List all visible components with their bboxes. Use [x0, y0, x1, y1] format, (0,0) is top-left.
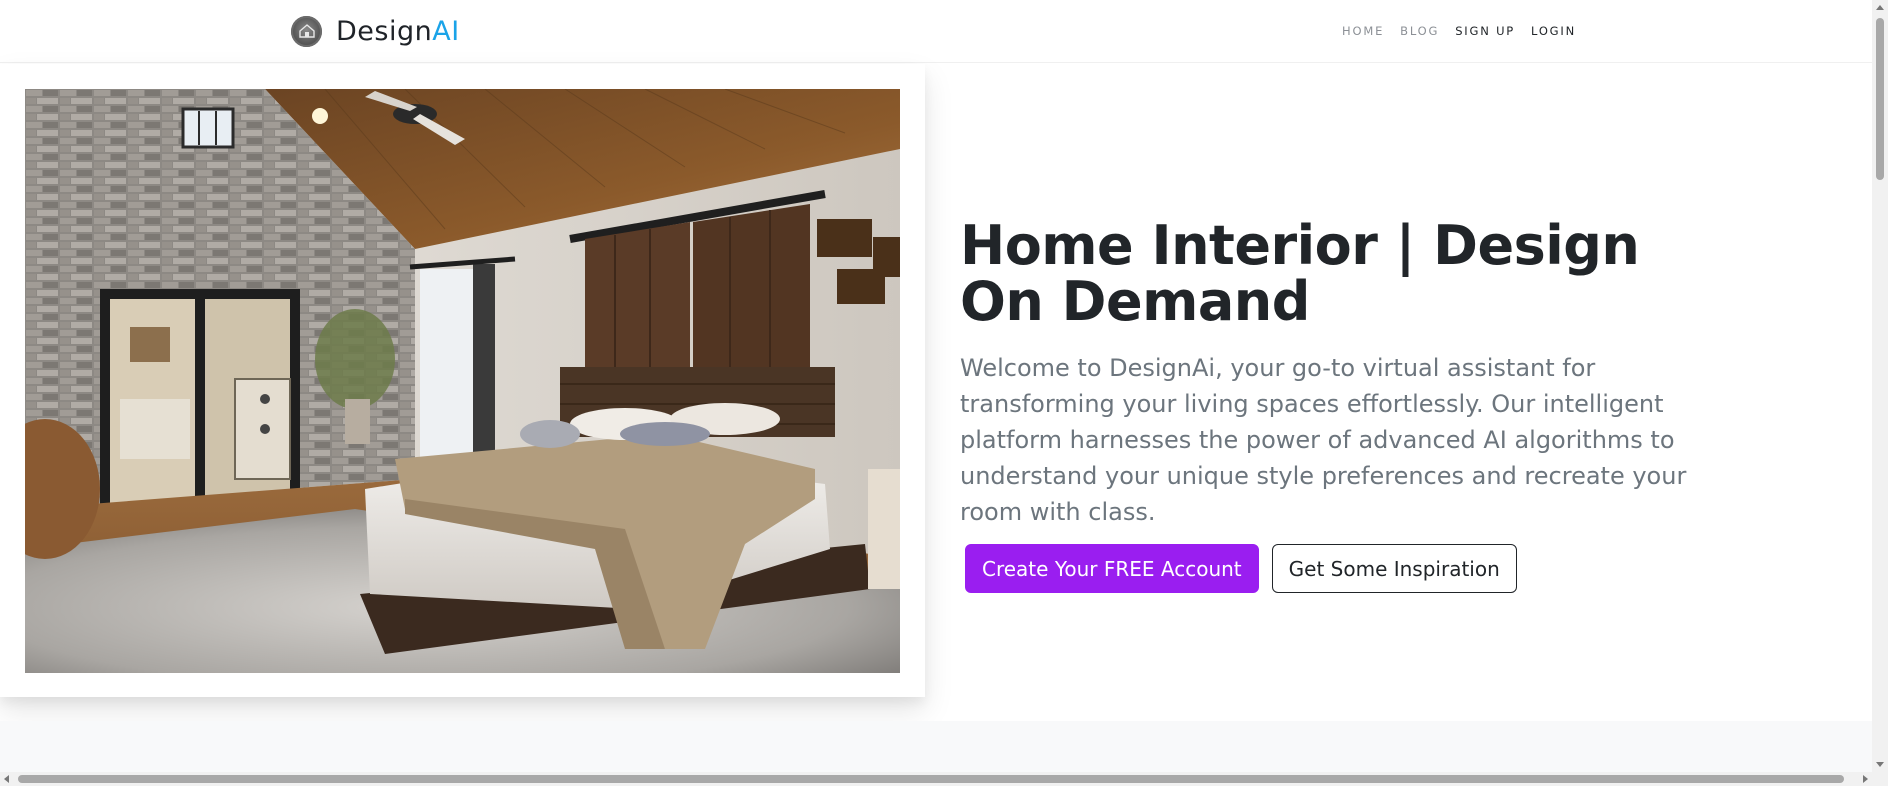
nav-link-login[interactable]: LOGIN [1531, 24, 1576, 38]
house-logo-icon [291, 15, 322, 47]
navbar: DesignAI HOME BLOG SIGN UP LOGIN [0, 0, 1872, 63]
brand-name-accent: AI [432, 15, 460, 47]
hero-image-card [0, 64, 925, 697]
vertical-scroll-thumb[interactable] [1876, 18, 1884, 180]
scroll-right-icon[interactable] [1863, 775, 1868, 783]
brand[interactable]: DesignAI [291, 14, 460, 48]
hero-section: Home Interior | Design On Demand Welcome… [0, 63, 1872, 720]
hero-buttons: Create Your FREE Account Get Some Inspir… [960, 544, 1720, 593]
scrollbar-corner [1872, 772, 1888, 786]
nav-links: HOME BLOG SIGN UP LOGIN [1342, 24, 1576, 38]
hero-title: Home Interior | Design On Demand [960, 214, 1640, 333]
brand-name: DesignAI [336, 16, 460, 47]
nav-link-home[interactable]: HOME [1342, 24, 1384, 38]
horizontal-scroll-thumb[interactable] [18, 775, 1844, 783]
hero-lead: Welcome to DesignAi, your go-to virtual … [960, 354, 1687, 526]
hero-text: Home Interior | Design On Demand Welcome… [960, 218, 1720, 593]
vertical-scrollbar[interactable] [1872, 0, 1888, 772]
inspiration-button[interactable]: Get Some Inspiration [1271, 544, 1517, 593]
horizontal-scrollbar[interactable] [0, 772, 1872, 786]
scroll-left-icon[interactable] [4, 775, 9, 783]
brand-name-prefix: Design [336, 15, 433, 47]
create-account-button[interactable]: Create Your FREE Account [965, 544, 1259, 593]
nav-link-sign-up[interactable]: SIGN UP [1455, 24, 1515, 38]
scroll-down-icon[interactable] [1876, 762, 1884, 767]
nav-link-blog[interactable]: BLOG [1400, 24, 1439, 38]
scroll-up-icon[interactable] [1876, 5, 1884, 10]
hero-bedroom-image [25, 89, 900, 673]
next-section [0, 721, 1872, 773]
